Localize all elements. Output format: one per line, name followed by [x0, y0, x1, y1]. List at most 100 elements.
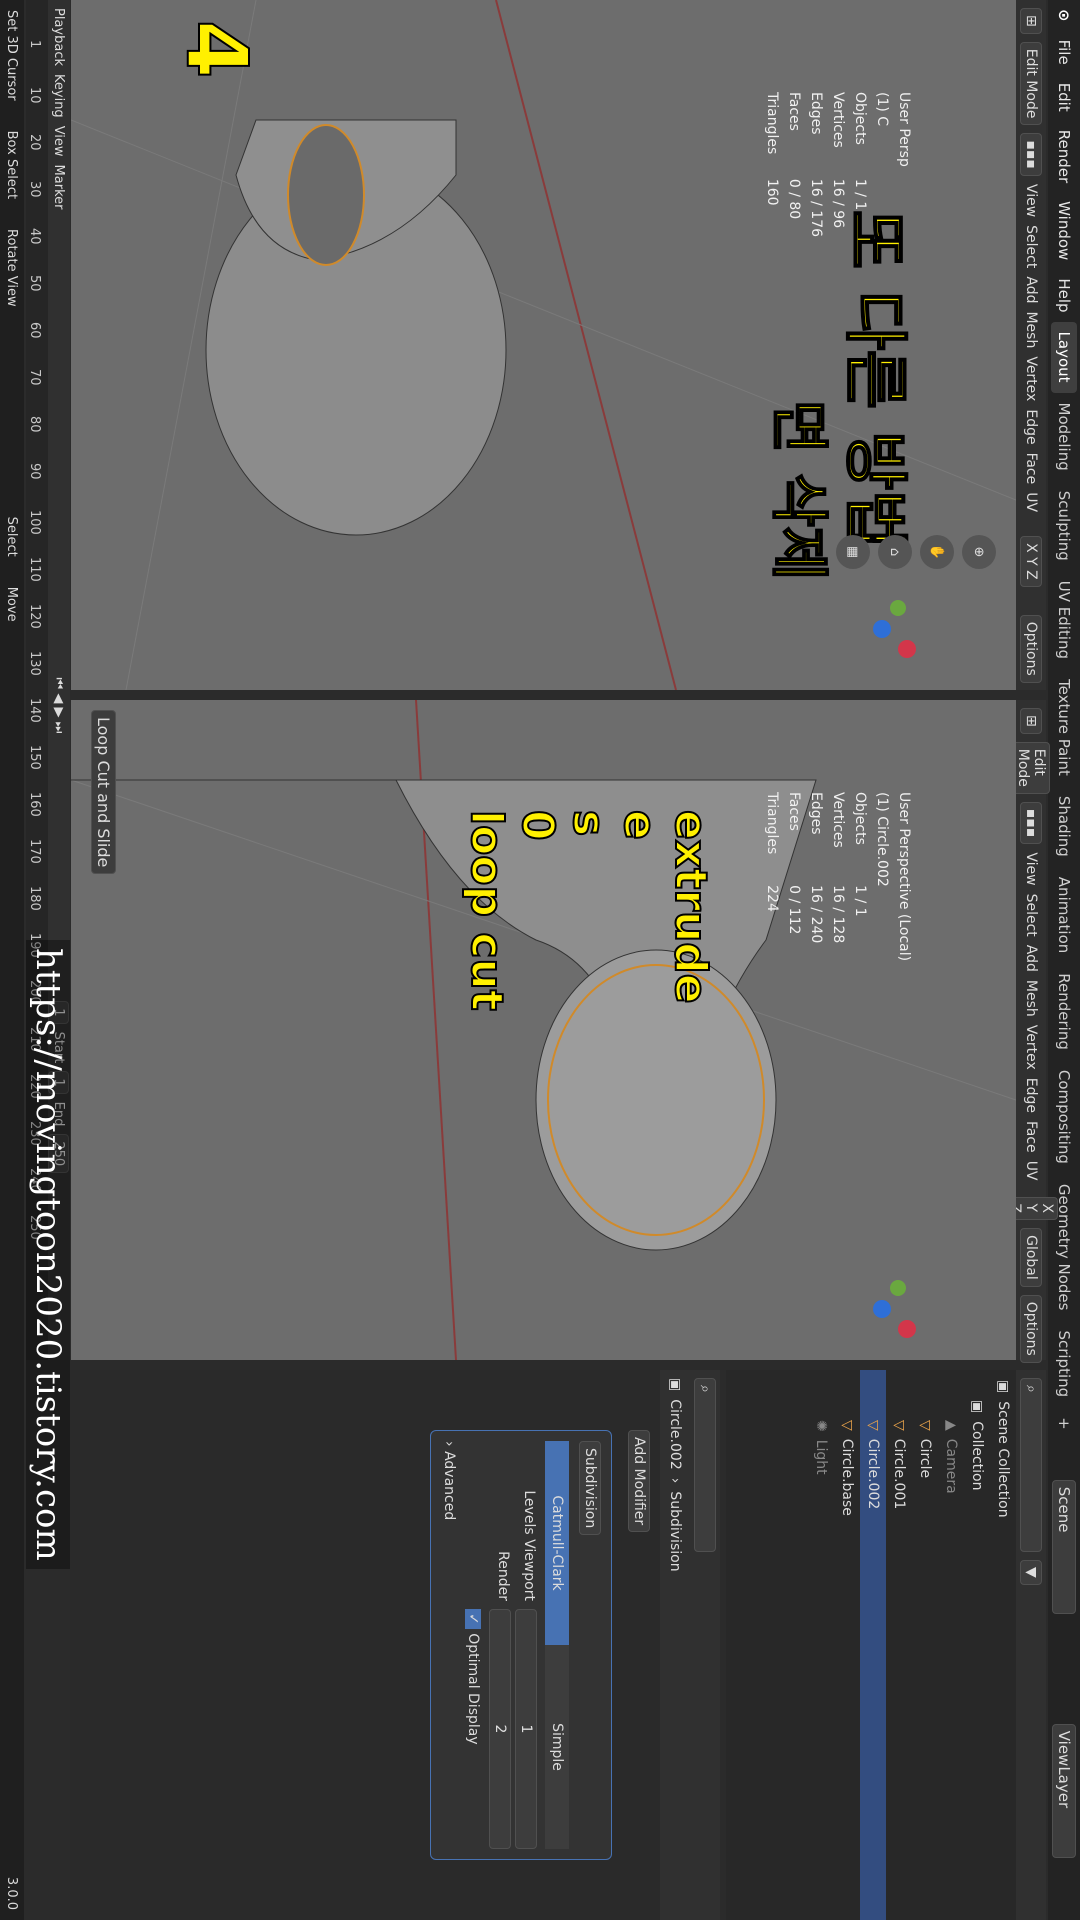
advanced-section[interactable]: Advanced	[441, 1451, 457, 1520]
menu-select[interactable]: Select	[1023, 894, 1039, 937]
menu-view[interactable]: View	[1023, 184, 1039, 217]
play-controls[interactable]: ⏮ ◀ ▶ ⏭	[52, 677, 67, 733]
tab-geometry-nodes[interactable]: Geometry Nodes	[1051, 1174, 1077, 1321]
right-viewport-area: ⊞ Edit Mode ▪▪▪ View Select Add Mesh Ver…	[71, 700, 1058, 1363]
ortho-grid-icon[interactable]: ▦	[836, 535, 870, 569]
outliner-row-selected[interactable]: ▽ Circle.002	[860, 1370, 886, 1920]
menu-marker[interactable]: Marker	[52, 165, 67, 210]
menu-vertex[interactable]: Vertex	[1023, 1025, 1039, 1070]
tab-scripting[interactable]: Scripting	[1051, 1320, 1077, 1407]
menu-edit[interactable]: Edit	[1055, 74, 1073, 121]
menu-add[interactable]: Add	[1023, 945, 1039, 972]
status-bar: Set 3D Cursor Box Select Rotate View Sel…	[0, 0, 24, 1920]
menu-uv[interactable]: UV	[1023, 1161, 1039, 1181]
menu-vertex[interactable]: Vertex	[1023, 356, 1039, 401]
editor-type-icon[interactable]: ⊞	[1020, 8, 1042, 34]
outliner-row[interactable]: ▲ Camera	[938, 1370, 964, 1920]
y-axis-icon[interactable]	[890, 600, 906, 616]
mode-selector[interactable]: Edit Mode	[1020, 41, 1042, 126]
y-axis-icon[interactable]	[890, 1280, 906, 1296]
filter-icon[interactable]: ▼	[1020, 1560, 1042, 1585]
outliner-row[interactable]: ▽ Circle.base	[834, 1370, 860, 1920]
chevron-right-icon: ›	[667, 1477, 683, 1484]
menu-view[interactable]: View	[1023, 852, 1039, 885]
tab-animation[interactable]: Animation	[1051, 867, 1077, 963]
left-viewport-canvas[interactable]: User Persp (1) C Objects 1 / 1 Vertices 16…	[71, 0, 1016, 690]
add-workspace-button[interactable]: +	[1051, 1407, 1077, 1440]
x-axis-icon[interactable]	[898, 1320, 916, 1338]
orientation-selector[interactable]: Global	[1020, 1228, 1042, 1287]
menu-render[interactable]: Render	[1055, 121, 1073, 192]
menu-keying[interactable]: Keying	[52, 74, 67, 118]
modifier-name-field[interactable]: Subdivision	[579, 1441, 601, 1536]
mode-selector[interactable]: Edit Mode	[1012, 741, 1050, 794]
menu-face[interactable]: Face	[1023, 453, 1039, 485]
editor-type-icon[interactable]: ⊞	[1020, 708, 1042, 734]
stat-value: 16 / 176	[808, 178, 824, 238]
options-button[interactable]: Options	[1020, 1294, 1042, 1363]
menu-window[interactable]: Window	[1055, 192, 1073, 269]
menu-file[interactable]: File	[1055, 31, 1073, 74]
outliner-row[interactable]: ✺ Light	[808, 1370, 834, 1920]
outliner-item-label: Circle.001	[891, 1438, 907, 1510]
z-axis-icon[interactable]	[873, 620, 891, 638]
breadcrumb-object: Circle.002	[667, 1399, 683, 1470]
menu-mesh[interactable]: Mesh	[1023, 311, 1039, 348]
zoom-icon[interactable]: ⊕	[962, 535, 996, 569]
simple-button[interactable]: Simple	[545, 1645, 569, 1849]
collection-icon: ▣	[995, 1380, 1011, 1394]
axis-toggles[interactable]: X Y Z	[1020, 536, 1042, 587]
timeline-tick: 70	[27, 369, 42, 386]
tab-layout[interactable]: Layout	[1051, 321, 1077, 393]
camera-view-icon[interactable]: ⌂	[878, 535, 912, 569]
menu-help[interactable]: Help	[1055, 269, 1073, 321]
z-axis-icon[interactable]	[873, 1300, 891, 1318]
menu-face[interactable]: Face	[1023, 1121, 1039, 1153]
tab-modeling[interactable]: Modeling	[1051, 393, 1077, 481]
outliner-row[interactable]: ▽ Circle	[912, 1370, 938, 1920]
select-mode-icons[interactable]: ▪▪▪	[1020, 133, 1042, 176]
timeline-tick: 50	[27, 275, 42, 292]
add-modifier-button[interactable]: Add Modifier	[628, 1430, 650, 1533]
stat-value: 16 / 128	[830, 885, 846, 944]
status-box-select: Box Select	[4, 130, 20, 200]
menu-edge[interactable]: Edge	[1023, 409, 1039, 444]
navigation-gizmo[interactable]	[856, 1270, 936, 1350]
tab-texture-paint[interactable]: Texture Paint	[1051, 669, 1077, 786]
navigation-gizmo[interactable]	[856, 590, 936, 670]
outliner-row[interactable]: ▣ Collection	[964, 1370, 990, 1920]
outliner-row[interactable]: ▽ Circle.001	[886, 1370, 912, 1920]
right-viewport-canvas[interactable]: User Perspective (Local) (1) Circle.002 …	[71, 700, 1016, 1360]
last-operator-panel[interactable]: Loop Cut and Slide	[91, 710, 116, 875]
stat-label: Edges	[808, 92, 824, 135]
menu-select[interactable]: Select	[1023, 225, 1039, 268]
annotation-loop-cut: loop cut	[460, 809, 513, 1012]
scene-collection-row[interactable]: ▣ Scene Collection	[990, 1370, 1016, 1920]
chevron-right-icon[interactable]: ›	[441, 1441, 457, 1447]
x-axis-icon[interactable]	[898, 640, 916, 658]
options-button[interactable]: Options	[1020, 614, 1042, 683]
render-levels-field[interactable]: 2	[489, 1609, 511, 1849]
tab-uv-editing[interactable]: UV Editing	[1051, 571, 1077, 669]
pan-hand-icon[interactable]: ✋	[920, 535, 954, 569]
menu-add[interactable]: Add	[1023, 276, 1039, 303]
menu-playback[interactable]: Playback	[52, 8, 67, 66]
menu-view[interactable]: View	[52, 126, 67, 157]
scene-selector[interactable]: Scene	[1052, 1479, 1076, 1614]
catmull-clark-button[interactable]: Catmull-Clark	[545, 1441, 569, 1645]
menu-edge[interactable]: Edge	[1023, 1078, 1039, 1113]
blender-logo-icon[interactable]: ⊙	[1055, 0, 1073, 31]
outliner-search[interactable]: ⌕	[1020, 1378, 1042, 1552]
tab-sculpting[interactable]: Sculpting	[1051, 481, 1077, 571]
menu-mesh[interactable]: Mesh	[1023, 980, 1039, 1017]
checkbox-icon[interactable]: ✓	[465, 1609, 481, 1629]
menu-uv[interactable]: UV	[1023, 492, 1039, 512]
properties-search[interactable]: ⌕	[694, 1378, 716, 1552]
viewlayer-selector[interactable]: ViewLayer	[1052, 1723, 1076, 1858]
perspective-label: User Persp	[896, 92, 912, 167]
tab-compositing[interactable]: Compositing	[1051, 1060, 1077, 1174]
select-mode-icons[interactable]: ▪▪▪	[1020, 801, 1042, 845]
tab-rendering[interactable]: Rendering	[1051, 963, 1077, 1060]
levels-viewport-field[interactable]: 1	[515, 1609, 537, 1849]
tab-shading[interactable]: Shading	[1051, 786, 1077, 867]
